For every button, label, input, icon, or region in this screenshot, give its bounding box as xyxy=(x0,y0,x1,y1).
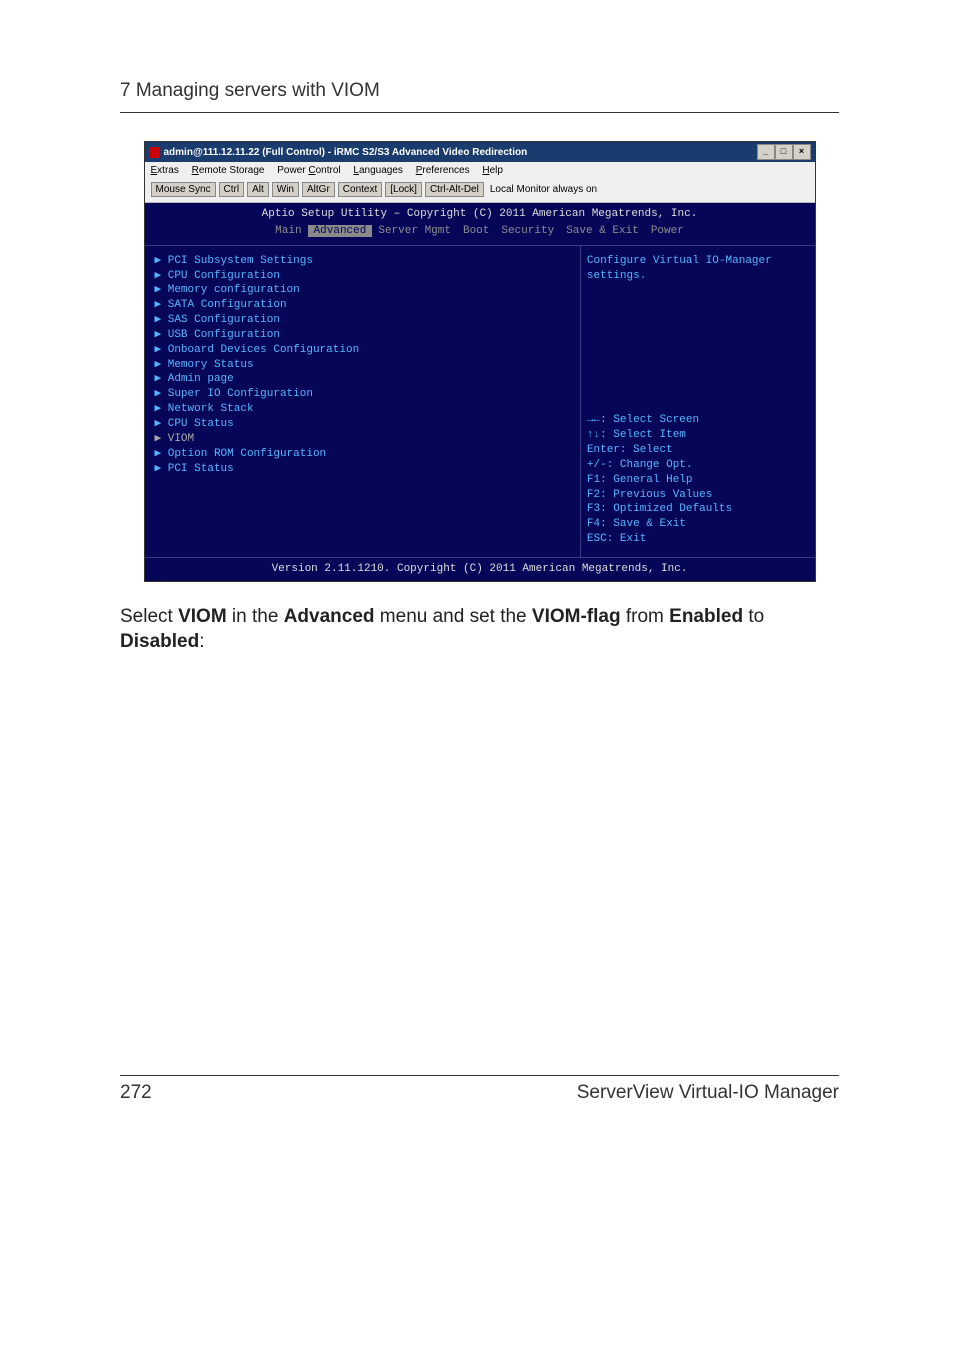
menu-cpu-config[interactable]: ▶ CPU Configuration xyxy=(155,269,570,284)
app-icon xyxy=(149,147,160,158)
menu-admin-page[interactable]: ▶ Admin page xyxy=(155,372,570,387)
menu-option-rom[interactable]: ▶ Option ROM Configuration xyxy=(155,447,570,462)
menu-languages[interactable]: Languages xyxy=(353,165,403,176)
altgr-button[interactable]: AltGr xyxy=(302,182,335,197)
context-button[interactable]: Context xyxy=(338,182,382,197)
mouse-sync-button[interactable]: Mouse Sync xyxy=(151,182,216,197)
bios-footer: Version 2.11.1210. Copyright (C) 2011 Am… xyxy=(145,557,815,581)
bios-screenshot-window: admin@111.12.11.22 (Full Control) - iRMC… xyxy=(144,141,816,582)
local-monitor-label: Local Monitor always on xyxy=(487,183,600,196)
bios-screen: Aptio Setup Utility – Copyright (C) 2011… xyxy=(145,203,815,581)
win-button[interactable]: Win xyxy=(272,182,299,197)
bios-header: Aptio Setup Utility – Copyright (C) 2011… xyxy=(145,203,815,222)
menu-memory-config[interactable]: ▶ Memory configuration xyxy=(155,283,570,298)
window-title: admin@111.12.11.22 (Full Control) - iRMC… xyxy=(164,147,528,158)
key-f4: F4: Save & Exit xyxy=(587,517,805,532)
menu-preferences[interactable]: Preferences xyxy=(416,165,470,176)
menu-usb-config[interactable]: ▶ USB Configuration xyxy=(155,328,570,343)
key-f3: F3: Optimized Defaults xyxy=(587,502,805,517)
window-titlebar: admin@111.12.11.22 (Full Control) - iRMC… xyxy=(145,142,815,162)
bios-tab-power[interactable]: Power xyxy=(645,225,690,237)
bios-tab-save-exit[interactable]: Save & Exit xyxy=(560,225,645,237)
key-change: +/-: Change Opt. xyxy=(587,458,805,473)
product-name: ServerView Virtual-IO Manager xyxy=(577,1082,839,1104)
alt-button[interactable]: Alt xyxy=(247,182,269,197)
menu-power-control[interactable]: Power Control xyxy=(277,165,340,176)
menu-cpu-status[interactable]: ▶ CPU Status xyxy=(155,417,570,432)
lock-button[interactable]: [Lock] xyxy=(385,182,422,197)
bios-tabs: MainAdvancedServer MgmtBootSecuritySave … xyxy=(145,222,815,245)
bios-tab-advanced[interactable]: Advanced xyxy=(308,225,373,237)
bios-tab-security[interactable]: Security xyxy=(495,225,560,237)
menu-extras[interactable]: EExtrasxtras xyxy=(151,165,179,176)
instruction-paragraph: Select VIOM in the Advanced menu and set… xyxy=(120,604,839,655)
page-number: 272 xyxy=(120,1082,152,1104)
ctrl-alt-del-button[interactable]: Ctrl-Alt-Del xyxy=(425,182,484,197)
menu-viom-selected[interactable]: ▶ VIOM xyxy=(155,432,570,447)
menu-super-io[interactable]: ▶ Super IO Configuration xyxy=(155,387,570,402)
bios-menu-list: ▶ PCI Subsystem Settings ▶ CPU Configura… xyxy=(145,246,580,557)
menu-sata-config[interactable]: ▶ SATA Configuration xyxy=(155,298,570,313)
key-select-screen: →←: Select Screen xyxy=(587,413,805,428)
bios-tab-boot[interactable]: Boot xyxy=(457,225,495,237)
bios-tab-server-mgmt[interactable]: Server Mgmt xyxy=(372,225,457,237)
menu-help[interactable]: Help xyxy=(482,165,503,176)
toolbar: Mouse Sync Ctrl Alt Win AltGr Context [L… xyxy=(145,179,815,203)
close-button[interactable]: × xyxy=(793,144,811,160)
menu-network-stack[interactable]: ▶ Network Stack xyxy=(155,402,570,417)
menu-remote-storage[interactable]: Remote Storage xyxy=(192,165,265,176)
menu-onboard-devices[interactable]: ▶ Onboard Devices Configuration xyxy=(155,343,570,358)
key-f1: F1: General Help xyxy=(587,473,805,488)
window-controls: _ □ × xyxy=(757,144,811,160)
chapter-header: 7 Managing servers with VIOM xyxy=(120,80,839,102)
bios-help-text: Configure Virtual IO-Manager settings. xyxy=(587,254,805,284)
footer-rule xyxy=(120,1075,839,1076)
key-enter: Enter: Select xyxy=(587,443,805,458)
key-esc: ESC: Exit xyxy=(587,532,805,547)
menu-sas-config[interactable]: ▶ SAS Configuration xyxy=(155,313,570,328)
menu-pci-subsystem[interactable]: ▶ PCI Subsystem Settings xyxy=(155,254,570,269)
bios-help-panel: Configure Virtual IO-Manager settings. →… xyxy=(580,246,815,557)
page-footer: 272 ServerView Virtual-IO Manager xyxy=(120,1082,839,1104)
minimize-button[interactable]: _ xyxy=(757,144,775,160)
bios-tab-main[interactable]: Main xyxy=(269,225,307,237)
key-f2: F2: Previous Values xyxy=(587,488,805,503)
menu-memory-status[interactable]: ▶ Memory Status xyxy=(155,358,570,373)
maximize-button[interactable]: □ xyxy=(775,144,793,160)
header-rule xyxy=(120,112,839,113)
key-select-item: ↑↓: Select Item xyxy=(587,428,805,443)
ctrl-button[interactable]: Ctrl xyxy=(219,182,245,197)
menubar: EExtrasxtras Remote Storage Power Contro… xyxy=(145,162,815,179)
menu-pci-status[interactable]: ▶ PCI Status xyxy=(155,462,570,477)
